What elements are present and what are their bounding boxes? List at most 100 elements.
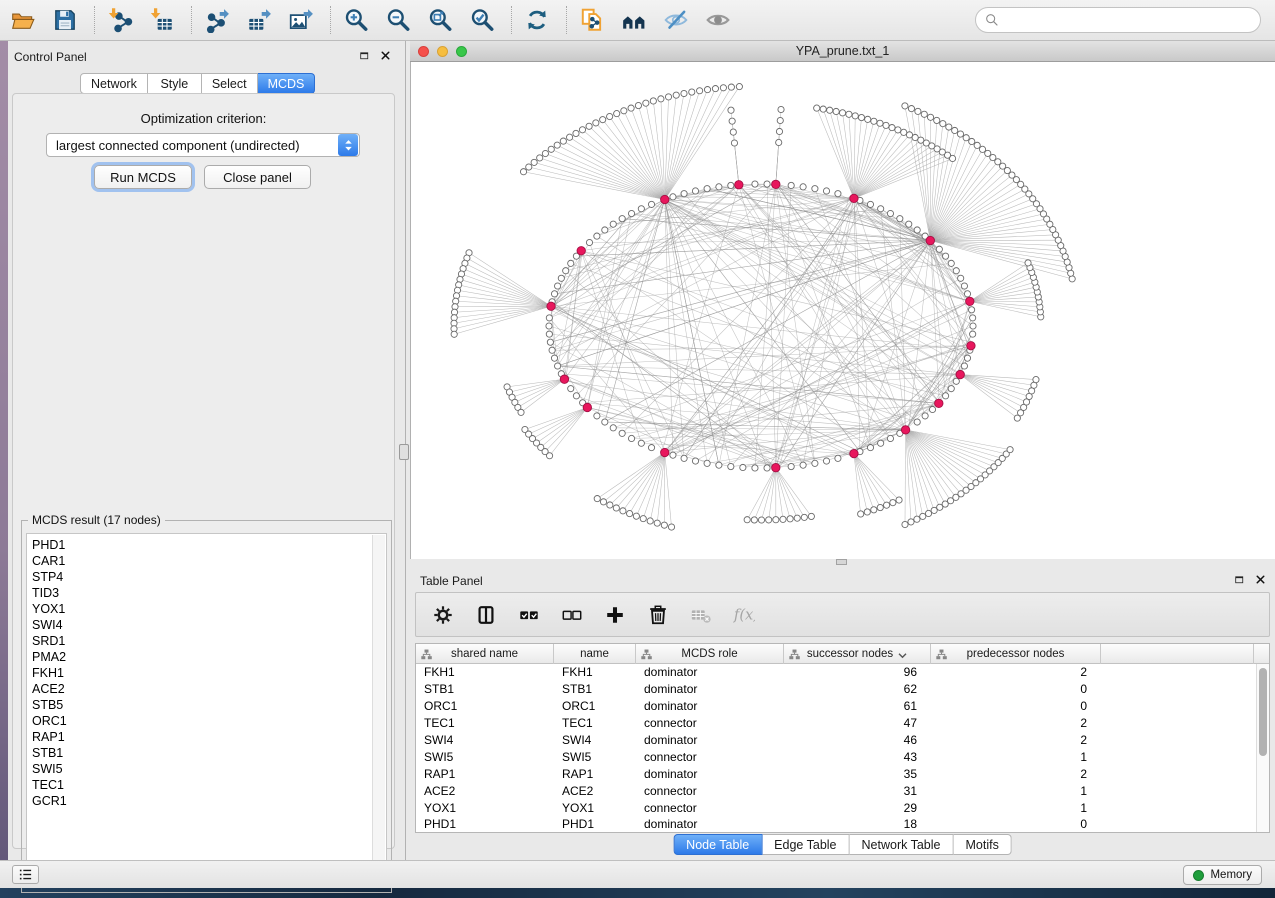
network-node[interactable] [833, 108, 839, 114]
network-node[interactable] [877, 504, 883, 510]
network-node[interactable] [794, 515, 800, 521]
dominator-node[interactable] [850, 449, 858, 457]
network-node[interactable] [867, 201, 873, 207]
network-node[interactable] [704, 86, 710, 92]
table-row[interactable]: YOX1YOX1connector291 [416, 799, 1256, 816]
network-node[interactable] [568, 386, 574, 392]
network-node[interactable] [647, 518, 653, 524]
network-node[interactable] [602, 419, 608, 425]
network-node[interactable] [970, 315, 976, 321]
network-node[interactable] [670, 194, 676, 200]
tab-select[interactable]: Select [202, 73, 258, 94]
zoom-fit-button[interactable] [425, 5, 455, 35]
mcds-result-item[interactable]: STB1 [27, 745, 386, 761]
dominator-node[interactable] [967, 342, 975, 350]
network-node[interactable] [681, 90, 687, 96]
network-node[interactable] [952, 127, 958, 133]
network-node[interactable] [712, 86, 718, 92]
network-node[interactable] [614, 110, 620, 116]
network-node[interactable] [607, 113, 613, 119]
network-node[interactable] [554, 283, 560, 289]
network-node[interactable] [547, 339, 553, 345]
gear-button[interactable] [430, 602, 456, 628]
hide-graphics-button[interactable] [661, 5, 691, 35]
mcds-result-item[interactable]: ORC1 [27, 713, 386, 729]
network-node[interactable] [518, 409, 524, 415]
network-node[interactable] [546, 323, 552, 329]
network-node[interactable] [936, 246, 942, 252]
network-node[interactable] [554, 142, 560, 148]
network-node[interactable] [835, 191, 841, 197]
network-node[interactable] [778, 106, 784, 112]
network-node[interactable] [801, 514, 807, 520]
network-node[interactable] [776, 128, 782, 134]
network-node[interactable] [648, 201, 654, 207]
task-manager-button[interactable] [12, 865, 39, 884]
network-node[interactable] [638, 440, 644, 446]
network-node[interactable] [658, 96, 664, 102]
network-node[interactable] [537, 155, 543, 161]
network-node[interactable] [787, 516, 793, 522]
network-node[interactable] [548, 146, 554, 152]
network-node[interactable] [1025, 260, 1031, 266]
dominator-node[interactable] [772, 463, 780, 471]
network-node[interactable] [600, 499, 606, 505]
dominator-node[interactable] [772, 180, 780, 188]
network-node[interactable] [1007, 447, 1013, 453]
close-panel-button[interactable]: Close panel [204, 165, 311, 189]
network-node[interactable] [764, 465, 770, 471]
network-node[interactable] [546, 315, 552, 321]
network-node[interactable] [670, 452, 676, 458]
network-node[interactable] [942, 253, 948, 259]
network-node[interactable] [731, 140, 737, 146]
network-node[interactable] [942, 393, 948, 399]
network-node[interactable] [970, 323, 976, 329]
dominator-node[interactable] [577, 247, 585, 255]
network-node[interactable] [673, 92, 679, 98]
network-node[interactable] [887, 435, 893, 441]
mcds-result-item[interactable]: ACE2 [27, 681, 386, 697]
network-node[interactable] [549, 347, 555, 353]
network-node[interactable] [914, 516, 920, 522]
network-node[interactable] [902, 103, 908, 109]
network-node[interactable] [692, 458, 698, 464]
network-node[interactable] [681, 191, 687, 197]
close-panel-icon[interactable] [1253, 572, 1267, 586]
export-table-button[interactable] [244, 5, 274, 35]
network-node[interactable] [812, 460, 818, 466]
dominator-node[interactable] [661, 448, 669, 456]
network-node[interactable] [720, 85, 726, 91]
network-node[interactable] [594, 233, 600, 239]
network-node[interactable] [600, 117, 606, 123]
import-table-button[interactable] [147, 5, 177, 35]
mcds-result-item[interactable]: YOX1 [27, 601, 386, 617]
network-node[interactable] [1033, 376, 1039, 382]
network-node[interactable] [620, 508, 626, 514]
refresh-button[interactable] [522, 5, 552, 35]
mcds-result-item[interactable]: GCR1 [27, 793, 386, 809]
column-header-MCDS-role[interactable]: MCDS role [636, 644, 784, 664]
network-node[interactable] [777, 117, 783, 123]
network-node[interactable] [780, 516, 786, 522]
network-node[interactable] [729, 118, 735, 124]
network-node[interactable] [546, 453, 552, 459]
network-node[interactable] [573, 393, 579, 399]
network-node[interactable] [728, 463, 734, 469]
network-node[interactable] [558, 275, 564, 281]
network-node[interactable] [752, 181, 758, 187]
network-node[interactable] [827, 107, 833, 113]
dominator-node[interactable] [583, 403, 591, 411]
criterion-dropdown[interactable]: largest connected component (undirected) [46, 133, 360, 157]
network-node[interactable] [566, 134, 572, 140]
network-node[interactable] [823, 188, 829, 194]
network-canvas[interactable] [410, 62, 1275, 559]
tab-style[interactable]: Style [148, 73, 202, 94]
dominator-node[interactable] [661, 195, 669, 203]
network-node[interactable] [964, 355, 970, 361]
dominator-node[interactable] [956, 370, 964, 378]
table-row[interactable]: ACE2ACE2connector311 [416, 782, 1256, 799]
network-node[interactable] [744, 517, 750, 523]
network-node[interactable] [586, 239, 592, 245]
table-row[interactable]: RAP1RAP1dominator352 [416, 765, 1256, 782]
network-node[interactable] [929, 406, 935, 412]
